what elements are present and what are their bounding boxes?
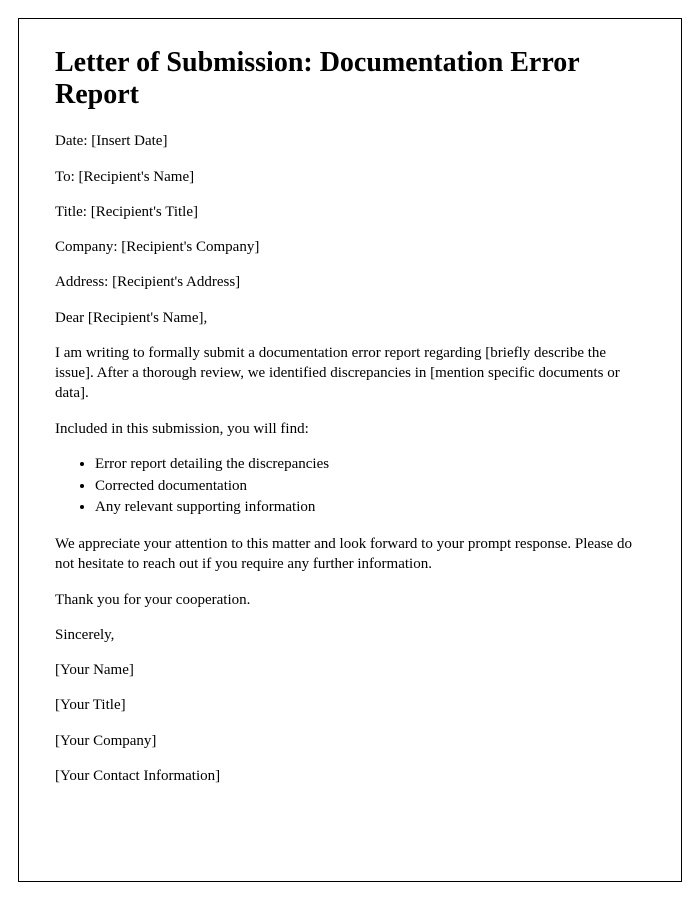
signoff-company: [Your Company] xyxy=(55,731,645,751)
body-included-lead: Included in this submission, you will fi… xyxy=(55,419,645,439)
list-item: Error report detailing the discrepancies xyxy=(95,454,645,476)
field-date: Date: [Insert Date] xyxy=(55,131,645,151)
field-to: To: [Recipient's Name] xyxy=(55,167,645,187)
signoff-title: [Your Title] xyxy=(55,695,645,715)
document-title: Letter of Submission: Documentation Erro… xyxy=(55,47,645,111)
body-intro: I am writing to formally submit a docume… xyxy=(55,343,645,404)
list-item: Corrected documentation xyxy=(95,476,645,498)
salutation: Dear [Recipient's Name], xyxy=(55,308,645,328)
document-frame: Letter of Submission: Documentation Erro… xyxy=(18,18,682,882)
field-company: Company: [Recipient's Company] xyxy=(55,237,645,257)
signoff-contact: [Your Contact Information] xyxy=(55,766,645,786)
list-item: Any relevant supporting information xyxy=(95,497,645,519)
body-closing-1: We appreciate your attention to this mat… xyxy=(55,534,645,575)
body-closing-2: Thank you for your cooperation. xyxy=(55,590,645,610)
signoff-sincerely: Sincerely, xyxy=(55,625,645,645)
included-list: Error report detailing the discrepancies… xyxy=(95,454,645,519)
field-recipient-title: Title: [Recipient's Title] xyxy=(55,202,645,222)
signoff-name: [Your Name] xyxy=(55,660,645,680)
field-address: Address: [Recipient's Address] xyxy=(55,272,645,292)
